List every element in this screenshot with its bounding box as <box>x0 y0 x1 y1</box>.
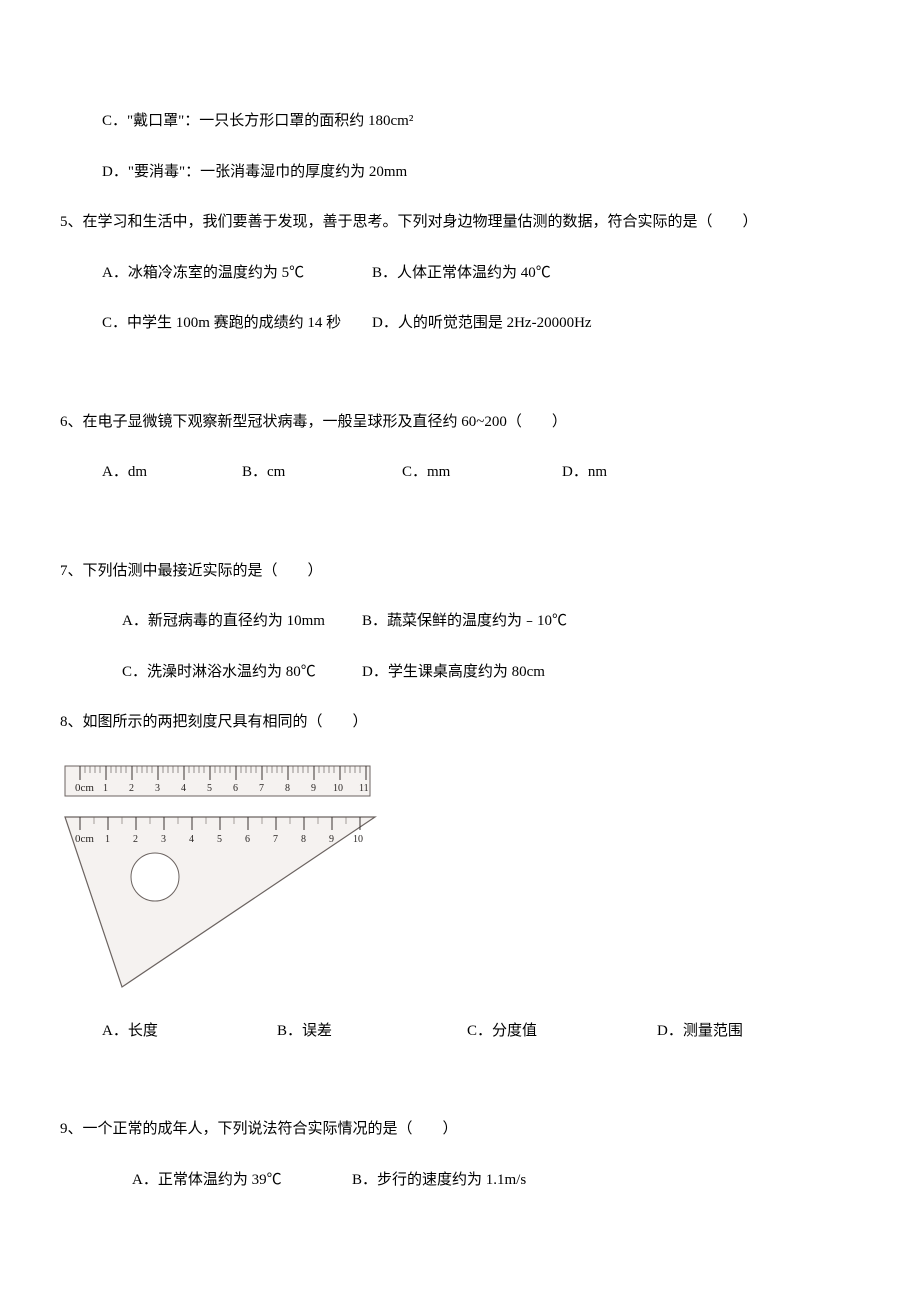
q4-option-d: D．"要消毒"：一张消毒湿巾的厚度约为 20mm <box>60 161 860 184</box>
svg-text:1: 1 <box>103 783 108 794</box>
svg-text:7: 7 <box>259 783 264 794</box>
svg-text:10: 10 <box>353 834 363 845</box>
q8-option-a: A．长度 <box>102 1020 277 1043</box>
stem-text: 5、在学习和生活中，我们要善于发现，善于思考。下列对身边物理量估测的数据，符合实… <box>60 214 758 230</box>
ruler-svg: 0cm 1 2 3 4 5 6 7 8 9 10 11 <box>60 762 380 992</box>
q8-stem: 8、如图所示的两把刻度尺具有相同的（ ） <box>60 711 860 734</box>
ruler-figure: 0cm 1 2 3 4 5 6 7 8 9 10 11 <box>60 762 860 992</box>
svg-text:8: 8 <box>301 834 306 845</box>
q5-options-row1: A．冰箱冷冻室的温度约为 5℃ B．人体正常体温约为 40℃ <box>60 262 860 285</box>
q7-stem: 7、下列估测中最接近实际的是（ ） <box>60 560 860 583</box>
q8-options: A．长度 B．误差 C．分度值 D．测量范围 <box>60 1020 860 1043</box>
q6-options: A．dm B．cm C．mm D．nm <box>60 461 860 484</box>
svg-text:2: 2 <box>133 834 138 845</box>
q5-options-row2: C．中学生 100m 赛跑的成绩约 14 秒 D．人的听觉范围是 2Hz-200… <box>60 312 860 335</box>
svg-text:11: 11 <box>359 783 369 794</box>
q6-option-d: D．nm <box>562 461 607 484</box>
q6-option-b: B．cm <box>242 461 402 484</box>
stem-text: 7、下列估测中最接近实际的是（ ） <box>60 563 323 579</box>
svg-text:9: 9 <box>311 783 316 794</box>
svg-text:7: 7 <box>273 834 278 845</box>
q9-option-a: A．正常体温约为 39℃ <box>132 1169 352 1192</box>
q6-stem: 6、在电子显微镜下观察新型冠状病毒，一般呈球形及直径约 60~200（ ） <box>60 411 860 434</box>
q4-option-c: C．"戴口罩"：一只长方形口罩的面积约 180cm² <box>60 110 860 133</box>
q5-option-c: C．中学生 100m 赛跑的成绩约 14 秒 <box>102 312 372 335</box>
q7-options-row1: A．新冠病毒的直径约为 10mm B．蔬菜保鲜的温度约为﹣10℃ <box>60 610 860 633</box>
q7-option-b: B．蔬菜保鲜的温度约为﹣10℃ <box>362 610 567 633</box>
svg-text:5: 5 <box>217 834 222 845</box>
stem-text: 6、在电子显微镜下观察新型冠状病毒，一般呈球形及直径约 60~200（ ） <box>60 414 567 430</box>
ruler-bottom-unit: 0cm <box>75 833 94 845</box>
svg-text:4: 4 <box>189 834 194 845</box>
q8-option-b: B．误差 <box>277 1020 467 1043</box>
q8-option-d: D．测量范围 <box>657 1020 743 1043</box>
svg-text:9: 9 <box>329 834 334 845</box>
svg-text:3: 3 <box>155 783 160 794</box>
q7-options-row2: C．洗澡时淋浴水温约为 80℃ D．学生课桌高度约为 80cm <box>60 661 860 684</box>
q9-options-row1: A．正常体温约为 39℃ B．步行的速度约为 1.1m/s <box>60 1169 860 1192</box>
option-text: C．"戴口罩"：一只长方形口罩的面积约 180cm² <box>102 113 413 129</box>
q5-option-b: B．人体正常体温约为 40℃ <box>372 262 551 285</box>
stem-text: 9、一个正常的成年人，下列说法符合实际情况的是（ ） <box>60 1121 458 1137</box>
svg-text:8: 8 <box>285 783 290 794</box>
svg-text:3: 3 <box>161 834 166 845</box>
q8-option-c: C．分度值 <box>467 1020 657 1043</box>
triangle-ruler: 0cm 1 2 3 4 5 6 7 8 9 10 <box>65 817 375 987</box>
q6-option-c: C．mm <box>402 461 562 484</box>
q7-option-d: D．学生课桌高度约为 80cm <box>362 661 545 684</box>
option-text: D．"要消毒"：一张消毒湿巾的厚度约为 20mm <box>102 164 407 180</box>
svg-text:4: 4 <box>181 783 186 794</box>
ruler-top-unit: 0cm <box>75 782 94 794</box>
q5-option-d: D．人的听觉范围是 2Hz-20000Hz <box>372 312 592 335</box>
svg-text:6: 6 <box>233 783 238 794</box>
svg-text:2: 2 <box>129 783 134 794</box>
svg-text:10: 10 <box>333 783 343 794</box>
q7-option-c: C．洗澡时淋浴水温约为 80℃ <box>122 661 362 684</box>
svg-text:6: 6 <box>245 834 250 845</box>
top-ruler: 0cm 1 2 3 4 5 6 7 8 9 10 11 <box>65 766 370 796</box>
q5-stem: 5、在学习和生活中，我们要善于发现，善于思考。下列对身边物理量估测的数据，符合实… <box>60 211 860 234</box>
q7-option-a: A．新冠病毒的直径约为 10mm <box>122 610 362 633</box>
stem-text: 8、如图所示的两把刻度尺具有相同的（ ） <box>60 714 368 730</box>
svg-text:5: 5 <box>207 783 212 794</box>
svg-text:1: 1 <box>105 834 110 845</box>
q5-option-a: A．冰箱冷冻室的温度约为 5℃ <box>102 262 372 285</box>
q9-option-b: B．步行的速度约为 1.1m/s <box>352 1169 526 1192</box>
q9-stem: 9、一个正常的成年人，下列说法符合实际情况的是（ ） <box>60 1118 860 1141</box>
q6-option-a: A．dm <box>102 461 242 484</box>
